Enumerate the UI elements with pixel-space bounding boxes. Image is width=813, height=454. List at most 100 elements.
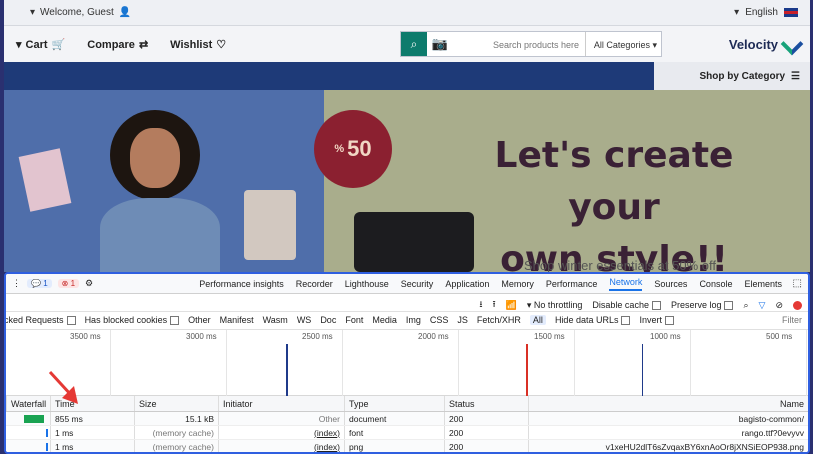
- errors-badge[interactable]: ⊗ 1: [57, 279, 80, 288]
- language-selector[interactable]: ▾ English: [734, 7, 798, 18]
- timeline-gridline: [690, 330, 691, 396]
- cell-initiator[interactable]: (index): [218, 426, 344, 439]
- upload-icon[interactable]: ⭱: [492, 297, 495, 313]
- welcome-link[interactable]: ▾ Welcome, Guest 👤: [30, 7, 131, 18]
- tab-network[interactable]: Network: [609, 277, 643, 291]
- preserve-log-box: [724, 301, 734, 311]
- has-blocked-cookies-checkbox[interactable]: Has blocked cookies: [84, 315, 180, 326]
- throttling-select[interactable]: ▾ No throttling: [527, 300, 583, 311]
- col-time[interactable]: Time: [50, 396, 134, 411]
- filter-type-other[interactable]: Other: [188, 315, 211, 325]
- filter-input[interactable]: Filter: [782, 315, 802, 325]
- col-size[interactable]: Size: [134, 396, 218, 411]
- logo-text: Velocity: [728, 36, 778, 52]
- tab-memory[interactable]: Memory: [501, 279, 534, 289]
- disable-cache-checkbox[interactable]: Disable cache: [592, 300, 661, 311]
- cell-initiator[interactable]: Other: [218, 412, 344, 425]
- table-row[interactable]: 855 ms 15.1 kB Other document 200 bagisto-com…: [6, 412, 808, 426]
- discount-badge: % 50: [314, 110, 392, 188]
- chevron-down-icon: ▾: [526, 299, 532, 310]
- table-row[interactable]: 1 ms (memory cache) (index) font 200 rango.tt…: [6, 426, 808, 440]
- preserve-log-checkbox[interactable]: Preserve log: [671, 300, 734, 311]
- waterfall-bar: [46, 429, 48, 437]
- cart-link[interactable]: ▾ Cart 🛒: [16, 38, 65, 52]
- shop-by-category-label: Shop by Category: [699, 70, 786, 82]
- timeline-tick-label: 2000 ms: [418, 332, 449, 341]
- messages-badge[interactable]: 💬 1: [27, 279, 52, 288]
- filter-type-fetch-xhr[interactable]: Fetch/XHR: [477, 315, 521, 325]
- wishlist-label: Wishlist: [170, 38, 213, 51]
- network-overview-timeline[interactable]: 500 ms 1000 ms 1500 ms 2000 ms 2500 ms 3000 m…: [6, 330, 808, 396]
- category-select[interactable]: All Categories ▾: [585, 32, 661, 56]
- shop-by-category-button[interactable]: Shop by Category ☰: [654, 62, 810, 90]
- site-logo[interactable]: Velocity: [728, 32, 804, 56]
- filter-type-img[interactable]: Img: [406, 315, 421, 325]
- load-event-marker: [526, 344, 528, 396]
- table-row[interactable]: 1 ms (memory cache) (index) png 200 v1xeHU2dl…: [6, 440, 808, 452]
- col-waterfall[interactable]: Waterfall: [6, 396, 50, 411]
- timeline-tick-label: 500 ms: [766, 332, 793, 341]
- download-icon[interactable]: ⭳: [479, 297, 482, 313]
- filter-type-media[interactable]: Media: [372, 315, 397, 325]
- clear-icon[interactable]: ⊘: [775, 300, 783, 311]
- blocked-requests-checkbox[interactable]: Blocked Requests: [6, 315, 76, 326]
- has-blocked-cookies-label: Has blocked cookies: [84, 315, 168, 325]
- col-status[interactable]: Status: [444, 396, 528, 411]
- cell-type: png: [344, 440, 444, 452]
- filter-type-ws[interactable]: WS: [297, 315, 312, 325]
- chevron-down-icon: ▾: [734, 7, 740, 18]
- search-input[interactable]: Search products here: [453, 32, 585, 56]
- blocked-requests-box: [66, 316, 76, 326]
- search-icon[interactable]: ⌕: [743, 300, 748, 311]
- tab-application[interactable]: Application: [445, 279, 489, 289]
- tab-performance[interactable]: Performance: [546, 279, 598, 289]
- cell-status: 200: [444, 440, 528, 452]
- errors-count: 1: [70, 279, 76, 288]
- more-options-icon[interactable]: ⋮: [12, 278, 21, 289]
- wishlist-link[interactable]: Wishlist ♡: [170, 38, 226, 52]
- camera-search-button[interactable]: 📷: [427, 32, 453, 56]
- invert-checkbox[interactable]: Invert: [639, 315, 674, 326]
- gear-icon[interactable]: ⚙: [85, 278, 93, 289]
- tab-elements[interactable]: Elements: [744, 279, 782, 289]
- tab-console[interactable]: Console: [699, 279, 732, 289]
- col-initiator[interactable]: Initiator: [218, 396, 344, 411]
- tab-lighthouse[interactable]: Lighthouse: [345, 279, 389, 289]
- compare-link[interactable]: Compare ⇄: [87, 38, 148, 52]
- timeline-tick-label: 3500 ms: [70, 332, 101, 341]
- devtools-tabs: Elements Console Sources Network Performance…: [199, 274, 782, 294]
- tab-recorder[interactable]: Recorder: [296, 279, 333, 289]
- flag-icon: [784, 8, 798, 17]
- cell-initiator[interactable]: (index): [218, 440, 344, 452]
- cell-name: bagisto-common/: [528, 412, 808, 425]
- inspect-element-icon[interactable]: ⬚: [793, 278, 802, 289]
- cell-name: rango.ttf?0evyvv: [528, 426, 808, 439]
- hide-data-urls-box: [621, 316, 631, 326]
- col-name[interactable]: Name: [528, 396, 808, 411]
- timeline-gridline: [110, 330, 111, 396]
- tab-security[interactable]: Security: [401, 279, 434, 289]
- filter-type-doc[interactable]: Doc: [320, 315, 336, 325]
- tab-performance-insights[interactable]: Performance insights: [199, 279, 284, 289]
- hero-banner[interactable]: % 50 Let's create your own style!! Shop …: [4, 90, 810, 272]
- filter-type-all[interactable]: All: [529, 315, 546, 326]
- filter-icon[interactable]: ▽: [759, 300, 766, 311]
- col-type[interactable]: Type: [344, 396, 444, 411]
- wifi-icon[interactable]: 📶: [506, 300, 517, 311]
- filter-type-js[interactable]: JS: [457, 315, 468, 325]
- cell-status: 200: [444, 412, 528, 425]
- tab-sources[interactable]: Sources: [654, 279, 687, 289]
- timeline-gridline: [458, 330, 459, 396]
- logo-mark-icon: [780, 32, 804, 56]
- search-button[interactable]: ⌕: [401, 32, 427, 56]
- filter-type-font[interactable]: Font: [345, 315, 363, 325]
- record-icon[interactable]: [793, 300, 802, 310]
- user-icon: 👤: [118, 7, 132, 18]
- hide-data-urls-checkbox[interactable]: Hide data URLs: [555, 315, 631, 326]
- filter-type-css[interactable]: CSS: [430, 315, 449, 325]
- requests-table-body: 855 ms 15.1 kB Other document 200 bagisto-com…: [6, 412, 808, 452]
- filter-type-wasm[interactable]: Wasm: [263, 315, 288, 325]
- filter-type-manifest[interactable]: Manifest: [220, 315, 254, 325]
- cell-status: 200: [444, 426, 528, 439]
- polka-bag-image: [244, 190, 296, 260]
